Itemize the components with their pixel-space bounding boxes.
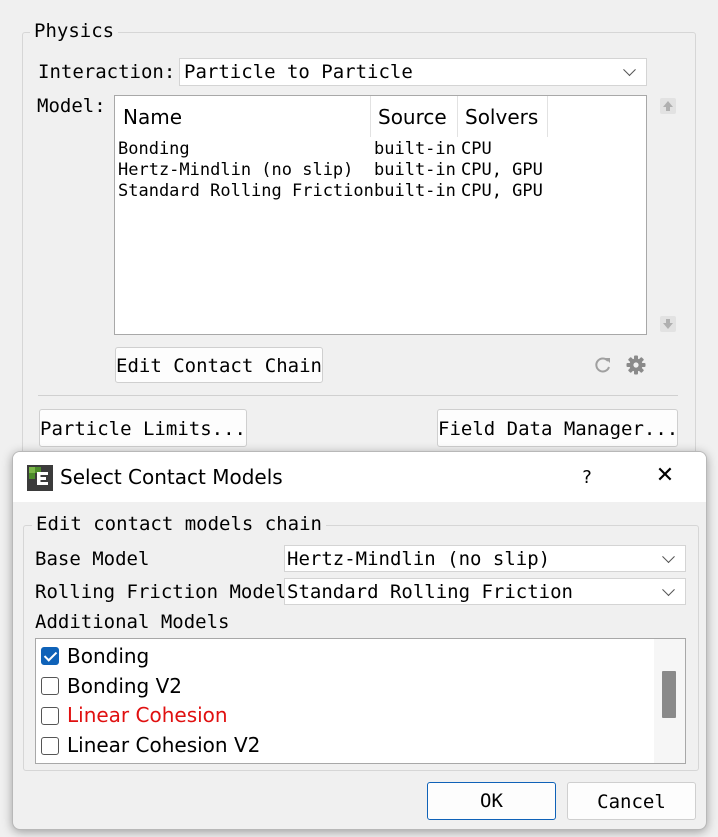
row-name: Standard Rolling Friction [118, 181, 374, 201]
arrow-down-icon [660, 316, 676, 332]
particle-limits-button[interactable]: Particle Limits... [39, 409, 247, 447]
rolling-friction-label: Rolling Friction Model [35, 581, 287, 603]
chevron-down-icon [662, 582, 675, 596]
row-name: Hertz-Mindlin (no slip) [118, 160, 354, 180]
arrow-up-icon [660, 98, 676, 114]
edit-contact-chain-button[interactable]: Edit Contact Chain [115, 347, 323, 383]
row-solvers: CPU, GPU [461, 181, 543, 201]
checkbox-linear-cohesion-v2[interactable] [41, 737, 59, 755]
list-item-label: Bonding [67, 644, 150, 668]
close-icon[interactable]: ✕ [653, 463, 677, 488]
additional-models-list[interactable]: Bonding Bonding V2 Linear Cohesion Linea… [35, 638, 686, 764]
refresh-button[interactable] [593, 355, 613, 375]
edit-chain-group-title: Edit contact models chain [32, 513, 326, 535]
table-header-row: Name Source Solvers [115, 96, 548, 137]
chevron-down-icon [623, 63, 636, 77]
row-source: built-in [374, 181, 456, 201]
move-down-button[interactable] [658, 314, 678, 334]
additional-models-label: Additional Models [35, 611, 230, 633]
rolling-friction-combobox[interactable]: Standard Rolling Friction [284, 578, 686, 605]
ok-button[interactable]: OK [427, 782, 556, 820]
checkbox-bonding-v2[interactable] [41, 677, 59, 695]
list-item-label: Linear Cohesion [67, 703, 228, 727]
chevron-down-icon [662, 549, 675, 563]
gear-icon [626, 355, 646, 375]
base-model-value: Hertz-Mindlin (no slip) [287, 548, 551, 570]
select-contact-models-dialog: Select Contact Models ? ✕ Edit contact m… [12, 451, 707, 830]
dialog-title: Select Contact Models [60, 465, 283, 489]
checkbox-bonding[interactable] [41, 647, 59, 665]
column-header-name[interactable]: Name [115, 96, 371, 137]
row-name: Bonding [118, 139, 190, 159]
interaction-value: Particle to Particle [184, 61, 413, 83]
rolling-friction-value: Standard Rolling Friction [287, 581, 573, 603]
physics-group-title: Physics [30, 20, 119, 42]
settings-button[interactable] [625, 354, 647, 376]
row-solvers: CPU [461, 139, 492, 159]
scrollbar-thumb[interactable] [662, 671, 676, 718]
row-solvers: CPU, GPU [461, 160, 543, 180]
list-item-label: Bonding V2 [67, 674, 183, 698]
column-header-source[interactable]: Source [371, 96, 458, 137]
dialog-title-bar[interactable]: Select Contact Models ? ✕ [13, 452, 706, 502]
checkbox-linear-cohesion[interactable] [41, 707, 59, 725]
model-label: Model: [37, 95, 106, 117]
interaction-combobox[interactable]: Particle to Particle [179, 58, 647, 86]
row-source: built-in [374, 160, 456, 180]
help-button[interactable]: ? [578, 467, 596, 488]
refresh-icon [595, 357, 610, 373]
field-data-manager-button[interactable]: Field Data Manager... [437, 409, 678, 447]
divider [38, 395, 678, 396]
base-model-combobox[interactable]: Hertz-Mindlin (no slip) [284, 545, 686, 572]
vertical-scrollbar[interactable] [654, 639, 685, 763]
list-item-label: Linear Cohesion V2 [67, 733, 261, 757]
interaction-label: Interaction: [38, 61, 176, 83]
base-model-label: Base Model [35, 548, 150, 570]
move-up-button[interactable] [658, 96, 678, 116]
row-source: built-in [374, 139, 456, 159]
model-table[interactable]: Name Source Solvers Bonding built-in CPU… [114, 95, 647, 335]
column-header-solvers[interactable]: Solvers [458, 96, 548, 137]
app-logo-icon [27, 465, 53, 491]
cancel-button[interactable]: Cancel [567, 782, 696, 820]
